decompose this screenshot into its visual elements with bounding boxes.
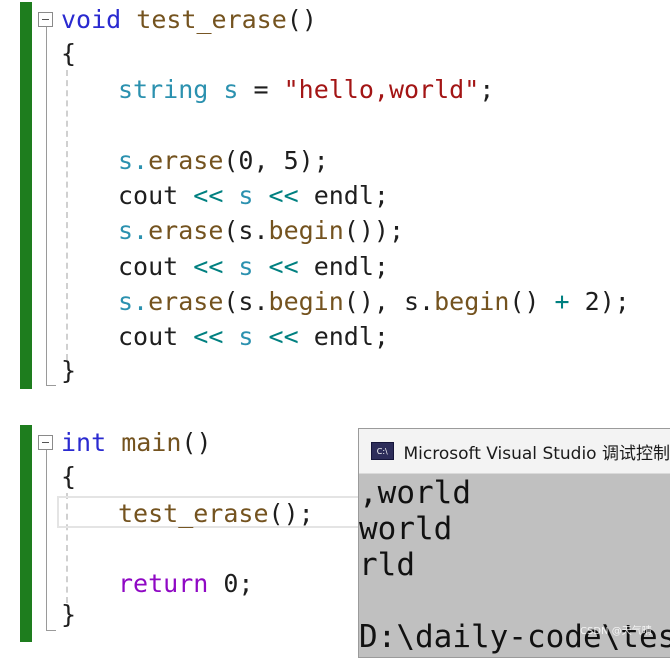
variable-s: s [223,322,269,351]
collapse-test-erase-icon[interactable] [38,12,53,27]
variable-s: s [223,252,269,281]
code-line-close-brace[interactable]: } [61,354,76,388]
function-name: test_erase [121,5,287,34]
plus-op: + [554,287,570,316]
brace: { [61,39,77,68]
code-line-open-brace[interactable]: { [61,37,76,71]
code-line-erase-1[interactable]: s.erase(0, 5); [118,144,329,178]
function-call: test_erase [118,499,269,528]
code-line-call-test-erase[interactable]: test_erase(); [118,497,314,531]
console-output-line: world [359,511,453,547]
code-line-erase-3[interactable]: s.erase(s.begin(), s.begin() + 2); [118,285,630,319]
args: () [509,287,555,316]
stream-op: << [268,252,299,281]
brace: { [61,462,77,491]
change-bar-test-erase [20,2,32,389]
parens: () [181,428,212,457]
endl: endl; [298,181,389,210]
return-value: 0; [208,569,254,598]
change-bar-main [20,425,32,642]
collapse-main-icon[interactable] [38,435,53,450]
args: ()); [343,216,405,245]
args: (0, 5); [223,146,329,175]
keyword-return: return [118,569,209,598]
indent-guide [66,70,68,360]
brace: } [61,356,77,385]
code-line-close-brace[interactable]: } [61,598,76,632]
cout: cout [118,181,194,210]
object-s: s. [118,287,149,316]
endl: endl; [298,322,389,351]
cout: cout [118,322,194,351]
method-begin: begin [434,287,510,316]
args: (); [268,499,314,528]
console-title-bar[interactable]: C:\ Microsoft Visual Studio 调试控制台 [359,429,670,474]
function-name: main [106,428,182,457]
console-output-line: ,world [359,475,471,511]
code-line-signature-test-erase[interactable]: void test_erase() [61,3,317,37]
args: 2); [569,287,630,316]
brace: } [61,600,77,629]
semicolon: ; [479,75,495,104]
fold-line-test-erase [46,27,47,385]
method-begin: begin [268,216,344,245]
keyword-void: void [61,5,122,34]
fold-line-main [46,450,47,630]
console-title: Microsoft Visual Studio 调试控制台 [403,443,670,464]
code-line-erase-2[interactable]: s.erase(s.begin()); [118,214,404,248]
endl: endl; [298,252,389,281]
code-line-cout-1[interactable]: cout << s << endl; [118,179,389,213]
string-literal: "hello,world" [283,75,480,104]
variable-s: s [223,181,269,210]
console-output-line: rld [359,547,415,583]
fold-end-main [46,630,56,631]
cout: cout [118,252,194,281]
code-line-return[interactable]: return 0; [118,567,253,601]
stream-op: << [193,252,224,281]
method-erase: erase [148,287,224,316]
code-line-cout-3[interactable]: cout << s << endl; [118,320,389,354]
code-line-signature-main[interactable]: int main() [61,426,212,460]
code-line-cout-2[interactable]: cout << s << endl; [118,250,389,284]
args: (s. [223,287,269,316]
method-erase: erase [148,216,224,245]
stream-op: << [268,322,299,351]
stream-op: << [193,322,224,351]
console-app-icon: C:\ [371,442,394,460]
code-line-open-brace[interactable]: { [61,460,76,494]
fold-end-test-erase [46,385,56,386]
variable-s: s [208,75,254,104]
method-erase: erase [148,146,224,175]
method-begin: begin [268,287,344,316]
assign-op: = [253,75,269,104]
stream-op: << [193,181,224,210]
code-line-string-decl[interactable]: string s = "hello,world"; [118,73,494,107]
object-s: s. [118,146,149,175]
watermark: CSDN @天气晴 [580,626,652,637]
stream-op: << [268,181,299,210]
args: (), s. [343,287,435,316]
object-s: s. [118,216,149,245]
type-string: string [118,75,209,104]
args: (s. [223,216,269,245]
parens: () [286,5,317,34]
keyword-int: int [61,428,107,457]
